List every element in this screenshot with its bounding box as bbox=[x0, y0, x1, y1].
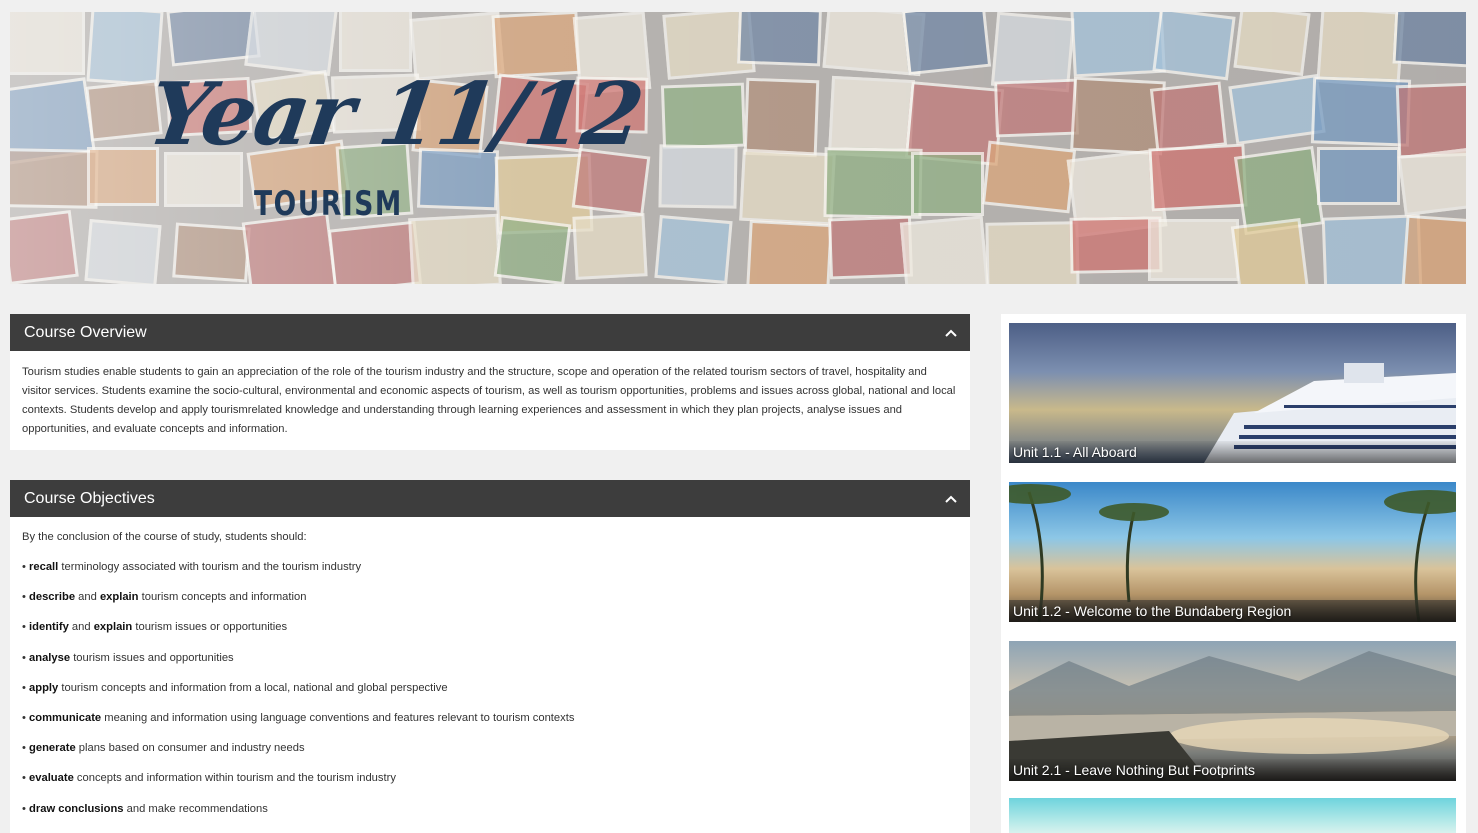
unit-card-1-2[interactable]: Unit 1.2 - Welcome to the Bundaberg Regi… bbox=[1009, 482, 1456, 622]
objective-item: • recall terminology associated with tou… bbox=[22, 561, 362, 573]
objective-item: • generate plans based on consumer and i… bbox=[22, 742, 305, 755]
objective-item: • apply tourism concepts and information… bbox=[22, 681, 448, 694]
course-overview-panel: Course Overview Tourism studies enable s… bbox=[10, 314, 970, 450]
banner-title: Year 11/12 bbox=[142, 64, 648, 165]
objective-item: • draw conclusions and make recommendati… bbox=[22, 802, 268, 815]
objectives-list: By the conclusion of the course of study… bbox=[10, 517, 970, 829]
objectives-intro: By the conclusion of the course of study… bbox=[22, 531, 307, 543]
objective-item: • analyse tourism issues and opportuniti… bbox=[22, 651, 234, 664]
unit-card-2-1[interactable]: Unit 2.1 - Leave Nothing But Footprints bbox=[1009, 641, 1456, 781]
unit-label: Unit 1.2 - Welcome to the Bundaberg Regi… bbox=[1009, 600, 1456, 622]
course-objectives-title: Course Objectives bbox=[24, 489, 155, 507]
course-overview-title: Course Overview bbox=[24, 323, 147, 341]
chevron-up-icon[interactable] bbox=[944, 326, 958, 340]
banner-subtitle: TOURISM bbox=[254, 184, 403, 224]
objective-item: • communicate meaning and information us… bbox=[22, 711, 575, 724]
course-banner: Year 11/12 TOURISM bbox=[10, 12, 1466, 284]
unit-card-1-1[interactable]: Unit 1.1 - All Aboard bbox=[1009, 323, 1456, 463]
objective-item: • identify and explain tourism issues or… bbox=[22, 621, 288, 634]
unit-label: Unit 1.1 - All Aboard bbox=[1009, 441, 1456, 463]
course-objectives-header[interactable]: Course Objectives bbox=[10, 480, 970, 517]
chevron-up-icon[interactable] bbox=[944, 492, 958, 506]
objective-item: • evaluate concepts and information with… bbox=[22, 772, 396, 785]
course-overview-text: Tourism studies enable students to gain … bbox=[22, 366, 956, 435]
unit-label: Unit 2.1 - Leave Nothing But Footprints bbox=[1009, 759, 1456, 781]
objective-item: • describe and explain tourism concepts … bbox=[22, 591, 307, 604]
unit-card-partial[interactable] bbox=[1009, 798, 1456, 833]
course-overview-header[interactable]: Course Overview bbox=[10, 314, 970, 351]
course-objectives-panel: Course Objectives By the conclusion of t… bbox=[10, 480, 970, 833]
units-column: Unit 1.1 - All Aboard Unit 1.2 - Welcome… bbox=[1001, 314, 1466, 833]
